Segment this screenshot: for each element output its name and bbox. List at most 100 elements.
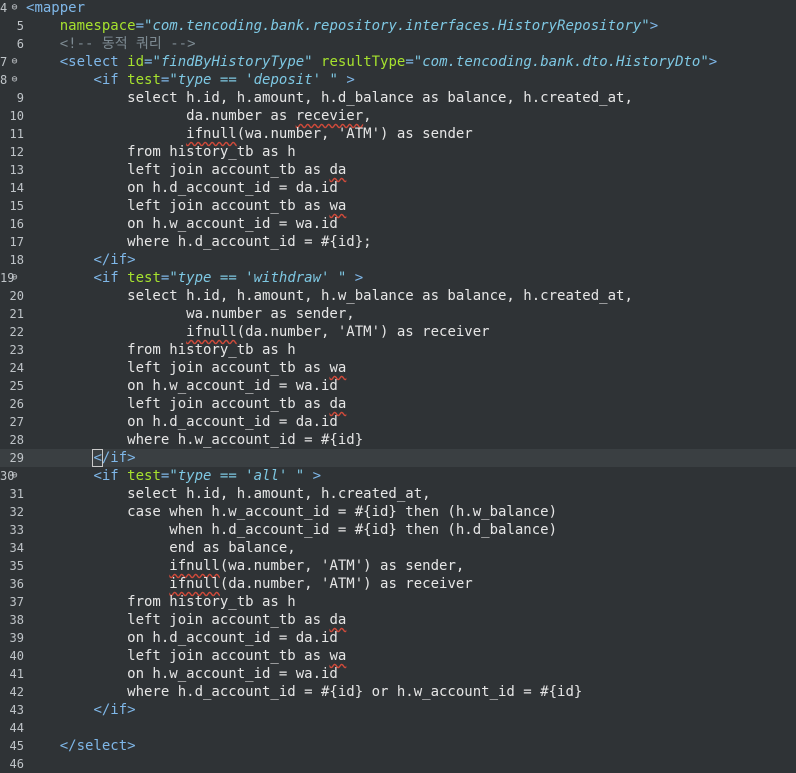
code-text[interactable]: left join account_tb as wa bbox=[26, 647, 346, 665]
code-line[interactable]: 12 from history_tb as h bbox=[0, 143, 796, 161]
code-text[interactable]: ifnull(wa.number, 'ATM') as sender, bbox=[26, 557, 464, 575]
code-line[interactable]: 16 on h.w_account_id = wa.id bbox=[0, 215, 796, 233]
code-line[interactable]: 8 ⊖ <if test="type == 'deposit' " > bbox=[0, 71, 796, 89]
code-line[interactable]: 28 where h.w_account_id = #{id} bbox=[0, 431, 796, 449]
code-line[interactable]: 19 ⊖ <if test="type == 'withdraw' " > bbox=[0, 269, 796, 287]
code-line[interactable]: 37 from history_tb as h bbox=[0, 593, 796, 611]
code-line[interactable]: 5 namespace="com.tencoding.bank.reposito… bbox=[0, 17, 796, 35]
code-text[interactable]: da.number as recevier, bbox=[26, 107, 371, 125]
code-token: /if> bbox=[101, 450, 136, 466]
code-line[interactable]: 10 da.number as recevier, bbox=[0, 107, 796, 125]
code-text[interactable]: left join account_tb as da bbox=[26, 395, 346, 413]
code-text[interactable]: <mapper bbox=[26, 0, 85, 17]
code-text[interactable]: </if> bbox=[26, 701, 135, 719]
code-line[interactable]: 44 bbox=[0, 719, 796, 737]
code-line[interactable]: 32 case when h.w_account_id = #{id} then… bbox=[0, 503, 796, 521]
code-text[interactable]: from history_tb as h bbox=[26, 143, 296, 161]
code-text[interactable]: </if> bbox=[26, 251, 135, 269]
code-line[interactable]: 18 </if> bbox=[0, 251, 796, 269]
code-line[interactable]: 45 </select> bbox=[0, 737, 796, 755]
code-line[interactable]: 22 ifnull(da.number, 'ATM') as receiver bbox=[0, 323, 796, 341]
code-text[interactable]: </if> bbox=[26, 449, 136, 467]
code-text[interactable]: <!-- 동적 쿼리 --> bbox=[26, 35, 196, 53]
code-text[interactable]: ifnull(da.number, 'ATM') as receiver bbox=[26, 323, 489, 341]
code-line[interactable]: 40 left join account_tb as wa bbox=[0, 647, 796, 665]
spelling-warning-token: recevier bbox=[295, 108, 364, 124]
code-text[interactable]: from history_tb as h bbox=[26, 341, 296, 359]
cursor-bracket: < bbox=[92, 449, 103, 467]
code-line[interactable]: 43 </if> bbox=[0, 701, 796, 719]
code-line[interactable]: 31 select h.id, h.amount, h.created_at, bbox=[0, 485, 796, 503]
code-text[interactable]: where h.d_account_id = #{id} or h.w_acco… bbox=[26, 683, 582, 701]
code-line[interactable]: 33 when h.d_account_id = #{id} then (h.d… bbox=[0, 521, 796, 539]
code-text[interactable]: on h.w_account_id = wa.id bbox=[26, 215, 338, 233]
code-line[interactable]: 36 ifnull(da.number, 'ATM') as receiver bbox=[0, 575, 796, 593]
code-line[interactable]: 11 ifnull(wa.number, 'ATM') as sender bbox=[0, 125, 796, 143]
code-text[interactable]: </select> bbox=[26, 737, 136, 755]
code-text[interactable]: left join account_tb as da bbox=[26, 611, 346, 629]
code-text[interactable]: <if test="type == 'deposit' " > bbox=[26, 71, 354, 89]
code-line[interactable]: 34 end as balance, bbox=[0, 539, 796, 557]
code-text[interactable]: ifnull(da.number, 'ATM') as receiver bbox=[26, 575, 472, 593]
code-line[interactable]: 9 select h.id, h.amount, h.d_balance as … bbox=[0, 89, 796, 107]
code-line[interactable]: 29 </if> bbox=[0, 449, 796, 467]
code-line[interactable]: 24 left join account_tb as wa bbox=[0, 359, 796, 377]
code-line[interactable]: 13 left join account_tb as da bbox=[0, 161, 796, 179]
code-line[interactable]: 46 bbox=[0, 755, 796, 773]
code-text[interactable]: select h.id, h.amount, h.w_balance as ba… bbox=[26, 287, 633, 305]
code-text[interactable]: case when h.w_account_id = #{id} then (h… bbox=[26, 503, 557, 521]
code-line[interactable]: 25 on h.w_account_id = wa.id bbox=[0, 377, 796, 395]
code-text[interactable]: when h.d_account_id = #{id} then (h.d_ba… bbox=[26, 521, 557, 539]
code-token: = bbox=[405, 54, 414, 70]
code-line[interactable]: 21 wa.number as sender, bbox=[0, 305, 796, 323]
code-line[interactable]: 15 left join account_tb as wa bbox=[0, 197, 796, 215]
fold-collapse-icon[interactable]: ⊖ bbox=[9, 467, 20, 485]
code-line[interactable]: 14 on h.d_account_id = da.id bbox=[0, 179, 796, 197]
code-line[interactable]: 39 on h.d_account_id = da.id bbox=[0, 629, 796, 647]
code-text[interactable]: left join account_tb as wa bbox=[26, 359, 346, 377]
code-token: "findByHistoryType" bbox=[152, 54, 313, 70]
code-editor[interactable]: 4 ⊖ <mapper 5 namespace="com.tencoding.bank… bbox=[0, 0, 796, 771]
code-line[interactable]: 35 ifnull(wa.number, 'ATM') as sender, bbox=[0, 557, 796, 575]
code-text[interactable]: on h.d_account_id = da.id bbox=[26, 179, 338, 197]
code-text[interactable]: select h.id, h.amount, h.d_balance as ba… bbox=[26, 89, 633, 107]
code-text[interactable]: on h.w_account_id = wa.id bbox=[26, 377, 338, 395]
code-line[interactable]: 23 from history_tb as h bbox=[0, 341, 796, 359]
code-line[interactable]: 26 left join account_tb as da bbox=[0, 395, 796, 413]
fold-collapse-icon[interactable]: ⊖ bbox=[9, 53, 20, 71]
code-line[interactable]: 27 on h.d_account_id = da.id bbox=[0, 413, 796, 431]
code-text[interactable]: left join account_tb as da bbox=[26, 161, 346, 179]
code-text[interactable]: <if test="type == 'all' " > bbox=[26, 467, 321, 485]
code-text[interactable]: wa.number as sender, bbox=[26, 305, 355, 323]
code-text[interactable]: where h.d_account_id = #{id}; bbox=[26, 233, 371, 251]
code-line[interactable]: 41 on h.w_account_id = wa.id bbox=[0, 665, 796, 683]
code-text[interactable]: <select id = "findByHistoryType" resultTyp… bbox=[26, 53, 718, 71]
code-text[interactable]: from history_tb as h bbox=[26, 593, 296, 611]
code-text[interactable]: select h.id, h.amount, h.created_at, bbox=[26, 485, 430, 503]
code-text[interactable]: end as balance, bbox=[26, 539, 295, 557]
fold-collapse-icon[interactable]: ⊖ bbox=[9, 0, 20, 17]
line-number: 43 bbox=[9, 703, 24, 717]
fold-collapse-icon[interactable]: ⊖ bbox=[9, 71, 20, 89]
code-text[interactable]: left join account_tb as wa bbox=[26, 197, 346, 215]
code-text[interactable]: namespace="com.tencoding.bank.repository… bbox=[26, 17, 658, 35]
code-line[interactable]: 20 select h.id, h.amount, h.w_balance as… bbox=[0, 287, 796, 305]
code-text[interactable]: on h.d_account_id = da.id bbox=[26, 629, 338, 647]
code-text[interactable]: ifnull(wa.number, 'ATM') as sender bbox=[26, 125, 473, 143]
code-text[interactable]: where h.w_account_id = #{id} bbox=[26, 431, 363, 449]
code-line[interactable]: 4 ⊖ <mapper bbox=[0, 0, 796, 17]
code-line[interactable]: 17 where h.d_account_id = #{id}; bbox=[0, 233, 796, 251]
code-line[interactable]: 30 ⊖ <if test="type == 'all' " > bbox=[0, 467, 796, 485]
code-line[interactable]: 6 <!-- 동적 쿼리 --> bbox=[0, 35, 796, 53]
code-text[interactable]: <if test="type == 'withdraw' " > bbox=[26, 269, 363, 287]
code-text[interactable]: on h.w_account_id = wa.id bbox=[26, 665, 338, 683]
code-line[interactable]: 7 ⊖ <select id="findByHistoryType" result… bbox=[0, 53, 796, 71]
code-text[interactable]: on h.d_account_id = da.id bbox=[26, 413, 338, 431]
code-line[interactable]: 42 where h.d_account_id = #{id} or h.w_a… bbox=[0, 683, 796, 701]
code-line[interactable]: 38 left join account_tb as da bbox=[0, 611, 796, 629]
fold-collapse-icon[interactable]: ⊖ bbox=[9, 269, 20, 287]
